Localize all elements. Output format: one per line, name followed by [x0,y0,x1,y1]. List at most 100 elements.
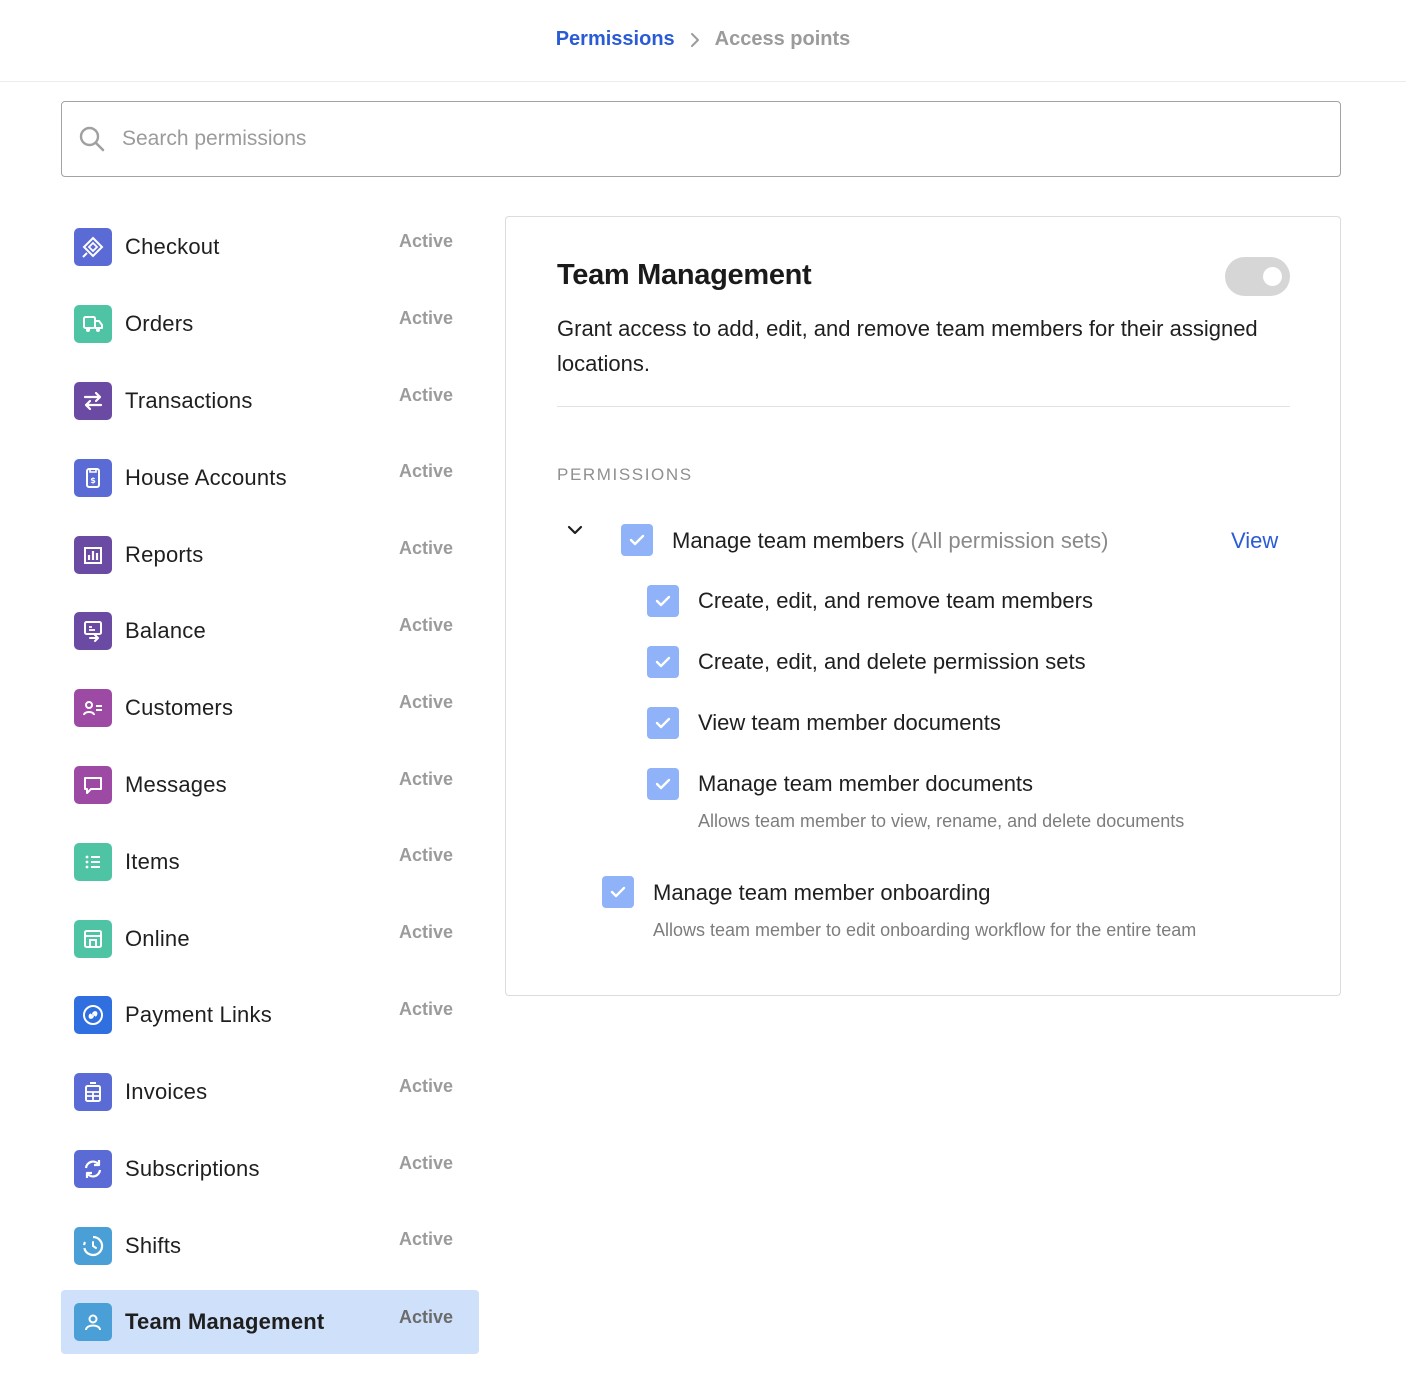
sidebar-item-orders[interactable]: Orders Active [61,286,479,363]
permission-help-text: Allows team member to edit onboarding wo… [653,920,1197,940]
check-icon [655,656,671,668]
truck-icon [74,305,112,344]
sidebar-item-invoices[interactable]: Invoices Active [61,1054,479,1131]
search-bar [61,101,1341,177]
list-icon [74,842,112,881]
permission-label: Manage team members [672,528,905,553]
sidebar-item-reports[interactable]: Reports Active [61,516,479,593]
sidebar-item-label: Reports [125,541,204,567]
bar-chart-icon [74,535,112,574]
sidebar-item-online[interactable]: Online Active [61,900,479,977]
sidebar-item-label: Orders [125,311,194,337]
sidebar-item-customers[interactable]: Customers Active [61,670,479,747]
status-label: Active [398,845,453,866]
sidebar-item-shifts[interactable]: Shifts Active [61,1207,479,1284]
sidebar-item-transactions[interactable]: Transactions Active [61,363,479,440]
clock-icon [74,1226,112,1265]
sidebar-item-label: Payment Links [125,1002,272,1028]
check-icon [655,778,671,790]
sidebar-item-balance[interactable]: Balance Active [61,593,479,670]
permission-label: View team member documents [698,710,1001,735]
sidebar-item-label: Customers [125,695,234,721]
status-label: Active [398,691,453,712]
status-label: Active [398,768,453,789]
create-edit-remove-checkbox[interactable] [647,585,679,617]
sidebar: Checkout Active Orders Active Transactio… [61,209,479,1355]
sidebar-item-label: Subscriptions [125,1155,260,1181]
storefront-icon [74,919,112,958]
enable-toggle[interactable] [1225,257,1290,296]
permission-help-text: Allows team member to view, rename, and … [698,811,1185,831]
check-icon [655,717,671,729]
permission-label: Manage team member onboarding [653,880,991,905]
permission-sets-checkbox[interactable] [647,646,679,678]
sidebar-item-house-accounts[interactable]: $ House Accounts Active [61,439,479,516]
balance-icon [74,612,112,651]
permission-label: Create, edit, and delete permission sets [698,649,1086,674]
sidebar-item-team-management[interactable]: Team Management Active [61,1290,479,1355]
customer-card-icon [74,689,112,728]
link-icon [74,996,112,1035]
status-label: Active [398,1307,453,1328]
permission-label: Create, edit, and remove team members [698,588,1093,613]
manage-team-members-label: Manage team members (All permission sets… [672,528,1109,554]
search-input[interactable] [122,127,1272,151]
panel-description: Grant access to add, edit, and remove te… [557,316,1258,376]
svg-text:$: $ [90,476,96,485]
sidebar-item-label: Team Management [125,1309,325,1335]
top-bar: Permissions Access points [0,0,1406,82]
sidebar-item-label: Items [125,848,180,874]
house-account-icon: $ [74,458,112,497]
status-label: Active [398,998,453,1019]
section-label: PERMISSIONS [557,465,693,484]
manage-documents-checkbox[interactable] [647,768,679,800]
sidebar-item-label: Balance [125,618,206,644]
sidebar-item-subscriptions[interactable]: Subscriptions Active [61,1131,479,1208]
status-label: Active [398,307,453,328]
invoice-icon [74,1073,112,1112]
status-label: Active [398,231,453,251]
search-icon [78,125,106,153]
sidebar-item-label: Shifts [125,1232,182,1258]
sidebar-item-messages[interactable]: Messages Active [61,747,479,824]
sidebar-item-items[interactable]: Items Active [61,823,479,900]
check-icon [610,886,626,898]
status-label: Active [398,922,453,943]
sidebar-item-label: Checkout [125,234,220,260]
status-label: Active [398,1075,453,1096]
sidebar-item-label: Transactions [125,387,253,413]
check-icon [655,595,671,607]
arrows-icon [74,381,112,420]
breadcrumb-permissions-link[interactable]: Permissions [556,28,675,51]
person-icon [74,1303,112,1342]
sidebar-item-payment-links[interactable]: Payment Links Active [61,977,479,1054]
status-label: Active [398,1229,453,1250]
sidebar-item-checkout[interactable]: Checkout Active [61,209,479,286]
manage-team-members-checkbox[interactable] [621,524,653,556]
status-label: Active [398,538,453,559]
permission-sublabel: (All permission sets) [910,528,1109,553]
panel-title: Team Management [557,259,812,291]
onboarding-checkbox[interactable] [602,876,634,908]
status-label: Active [398,1152,453,1173]
permission-detail-panel: Team Management Grant access to add, edi… [505,216,1341,996]
permission-label: Manage team member documents [698,771,1034,796]
status-label: Active [398,461,453,482]
sidebar-item-label: Invoices [125,1079,208,1105]
breadcrumb: Permissions Access points [556,28,851,51]
chevron-down-icon[interactable] [564,519,586,541]
message-icon [74,765,112,804]
sidebar-item-label: Online [125,925,190,951]
status-label: Active [398,384,453,405]
sidebar-item-label: House Accounts [125,464,287,490]
status-label: Active [398,614,453,635]
view-link[interactable]: View [1231,528,1278,554]
check-icon [629,534,645,546]
divider [557,406,1290,407]
chevron-right-icon [689,31,701,49]
sidebar-item-label: Messages [125,771,227,797]
toggle-knob [1263,267,1282,286]
view-documents-checkbox[interactable] [647,707,679,739]
refresh-icon [74,1149,112,1188]
checkout-icon [74,228,112,267]
